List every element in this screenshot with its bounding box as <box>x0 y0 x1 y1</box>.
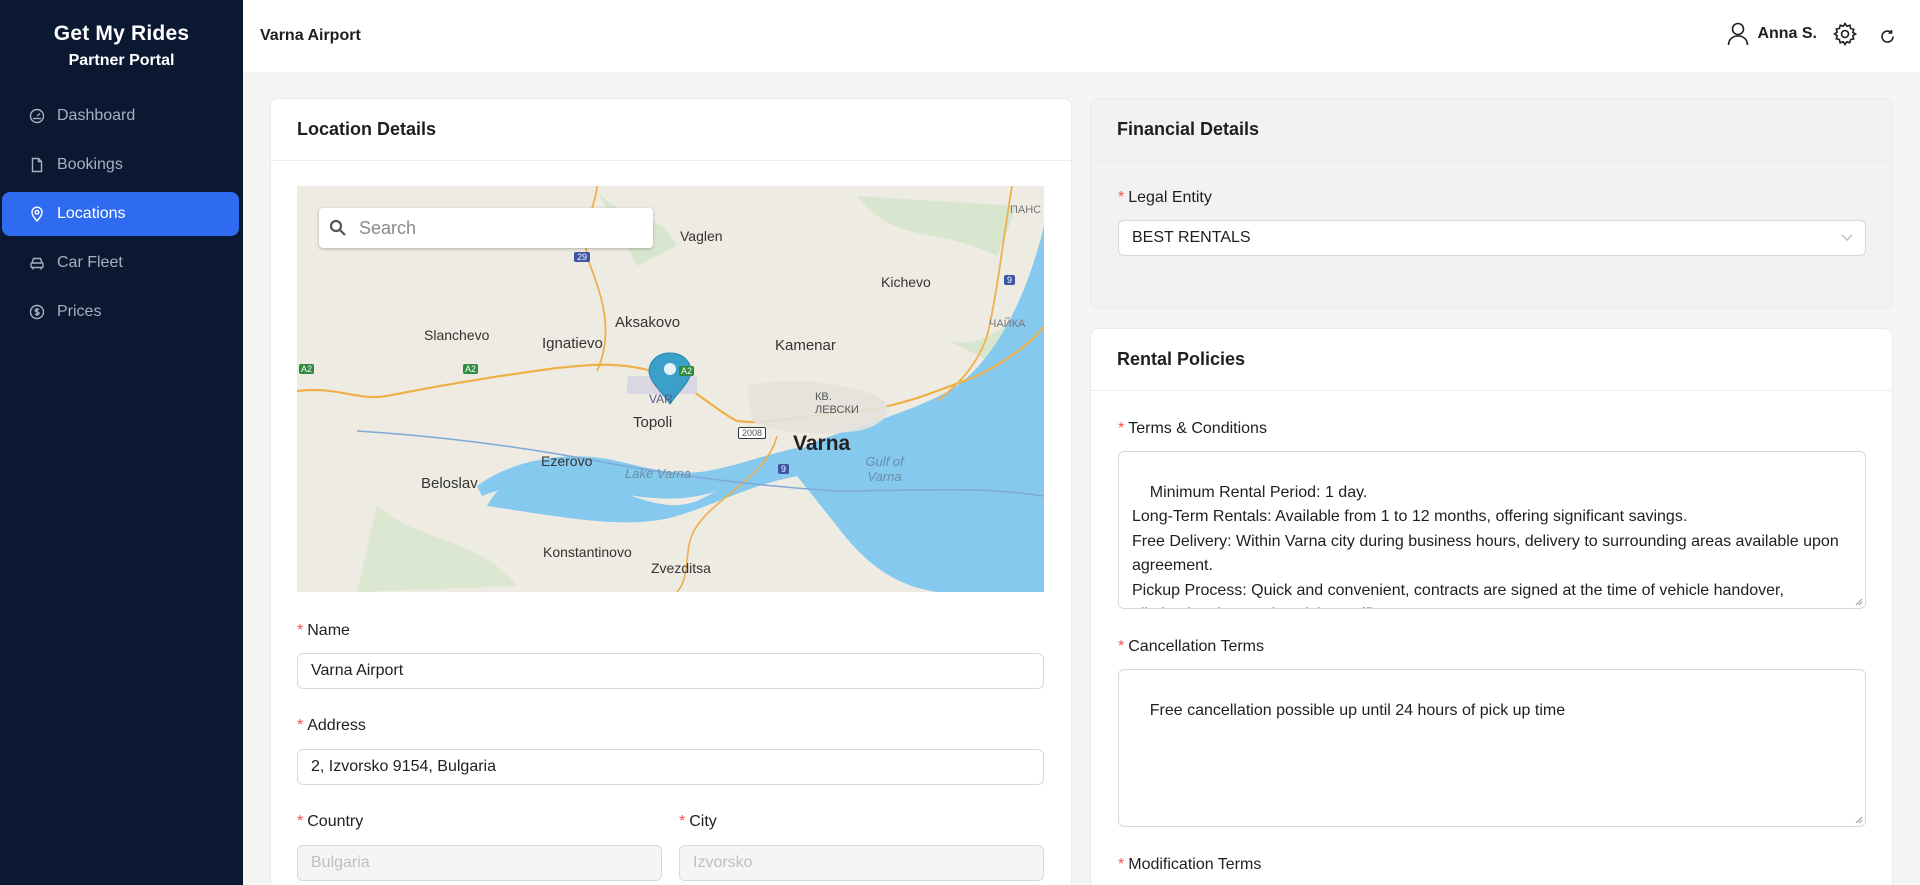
map-city-label: Varna <box>793 432 851 455</box>
map-place-label: Slanchevo <box>424 327 490 343</box>
location-details-title: Location Details <box>271 99 1071 161</box>
map-place-label: Beloslav <box>421 475 478 492</box>
road-sign: A2 <box>299 364 315 374</box>
brand-subtitle: Partner Portal <box>68 52 175 69</box>
car-icon <box>29 255 45 271</box>
gear-icon <box>1833 22 1857 46</box>
sidebar-item-bookings[interactable]: Bookings <box>2 143 239 187</box>
rental-policies-title: Rental Policies <box>1091 329 1892 391</box>
settings-button[interactable] <box>1833 22 1857 46</box>
country-input[interactable]: Bulgaria <box>297 845 662 881</box>
map-water-label: Lake Varna <box>625 466 692 481</box>
financial-details-title: Financial Details <box>1091 99 1892 161</box>
terms-text: Minimum Rental Period: 1 day. Long-Term … <box>1132 483 1839 609</box>
sidebar-item-locations[interactable]: Locations <box>2 192 239 236</box>
resize-handle-icon[interactable] <box>1855 598 1863 606</box>
road-sign: A2 <box>463 364 479 374</box>
top-header: Varna Airport Anna S. <box>243 0 1920 72</box>
refresh-button[interactable] <box>1879 28 1896 45</box>
terms-textarea[interactable]: Minimum Rental Period: 1 day. Long-Term … <box>1118 451 1866 609</box>
sidebar-item-label: Bookings <box>57 156 123 173</box>
road-sign: 9 <box>1004 275 1016 285</box>
sidebar-item-label: Locations <box>57 205 126 222</box>
dashboard-icon <box>29 108 45 124</box>
user-name: Anna S. <box>1757 25 1817 42</box>
country-label: * Country <box>297 813 364 830</box>
address-input[interactable]: 2, Izvorsko 9154, Bulgaria <box>297 749 1044 785</box>
city-label: * City <box>679 813 717 830</box>
sidebar-item-label: Car Fleet <box>57 254 123 271</box>
map-place-label: Konstantinovo <box>543 544 632 560</box>
sidebar-item-car-fleet[interactable]: Car Fleet <box>2 241 239 285</box>
brand: Get My Rides Partner Portal <box>0 0 243 70</box>
map-search-placeholder: Search <box>359 217 417 238</box>
page-title: Varna Airport <box>260 27 361 44</box>
financial-details-card: Financial Details * Legal Entity BEST REN… <box>1090 98 1893 309</box>
search-icon <box>329 219 346 236</box>
legal-entity-value: BEST RENTALS <box>1132 229 1251 246</box>
sidebar: Get My Rides Partner Portal Dashboard Bo… <box>0 0 243 885</box>
map-search-input[interactable]: Search <box>319 208 653 248</box>
file-icon <box>29 157 45 173</box>
map-pin-icon <box>29 206 45 222</box>
dollar-circle-icon <box>29 304 45 320</box>
chevron-down-icon <box>1841 234 1853 242</box>
cancellation-textarea[interactable]: Free cancellation possible up until 24 h… <box>1118 669 1866 827</box>
map-district-label: ЧАЙКА <box>989 318 1026 330</box>
map-place-label: Kichevo <box>881 274 931 290</box>
map-district-label: КВ. ЛЕВСКИ <box>815 391 859 416</box>
map-place-label: Kamenar <box>775 337 836 354</box>
map-district-label: ПАНС <box>1010 204 1042 216</box>
address-label: * Address <box>297 717 366 734</box>
user-icon <box>1728 22 1749 46</box>
road-sign: A2 <box>679 366 695 376</box>
header-actions: Anna S. <box>1727 22 1896 46</box>
sidebar-item-dashboard[interactable]: Dashboard <box>2 94 239 138</box>
map-water-label: Gulf of Varna <box>865 454 904 484</box>
sidebar-item-label: Dashboard <box>57 107 136 124</box>
name-input[interactable]: Varna Airport <box>297 653 1044 689</box>
sidebar-nav: Dashboard Bookings Locations Car Fleet P… <box>0 94 243 334</box>
user-menu[interactable]: Anna S. <box>1727 22 1817 46</box>
legal-entity-select[interactable]: BEST RENTALS <box>1118 220 1866 256</box>
map-place-label: Aksakovo <box>615 314 681 331</box>
road-sign: 29 <box>574 252 591 262</box>
brand-title: Get My Rides <box>53 22 190 45</box>
location-map[interactable]: Vaglen Kichevo Slanchevo Ignatievo Aksak… <box>297 186 1044 592</box>
sidebar-item-prices[interactable]: Prices <box>2 290 239 334</box>
map-place-label: Ezerovo <box>541 453 593 469</box>
map-place-label: Topoli <box>633 414 673 431</box>
map-place-label: Vaglen <box>680 228 723 244</box>
refresh-icon <box>1881 29 1894 43</box>
map-airport-label: VAR <box>649 392 673 406</box>
city-input[interactable]: Izvorsko <box>679 845 1044 881</box>
name-label: * Name <box>297 622 350 639</box>
terms-label: * Terms & Conditions <box>1118 420 1267 437</box>
map-place-label: Ignatievo <box>542 335 603 352</box>
road-sign: 2008 <box>738 427 767 439</box>
legal-entity-label: * Legal Entity <box>1118 189 1212 206</box>
road-sign: 9 <box>778 464 790 474</box>
modification-label: * Modification Terms <box>1118 856 1262 873</box>
location-details-card: Location Details Vaglen Kichevo Slanchev… <box>270 98 1072 885</box>
map-place-label: Zvezditsa <box>651 560 711 576</box>
rental-policies-card: Rental Policies * Terms & Conditions Mini… <box>1090 328 1893 885</box>
cancellation-text: Free cancellation possible up until 24 h… <box>1149 701 1566 719</box>
cancellation-label: * Cancellation Terms <box>1118 638 1264 655</box>
sidebar-item-label: Prices <box>57 303 102 320</box>
resize-handle-icon[interactable] <box>1855 816 1863 824</box>
